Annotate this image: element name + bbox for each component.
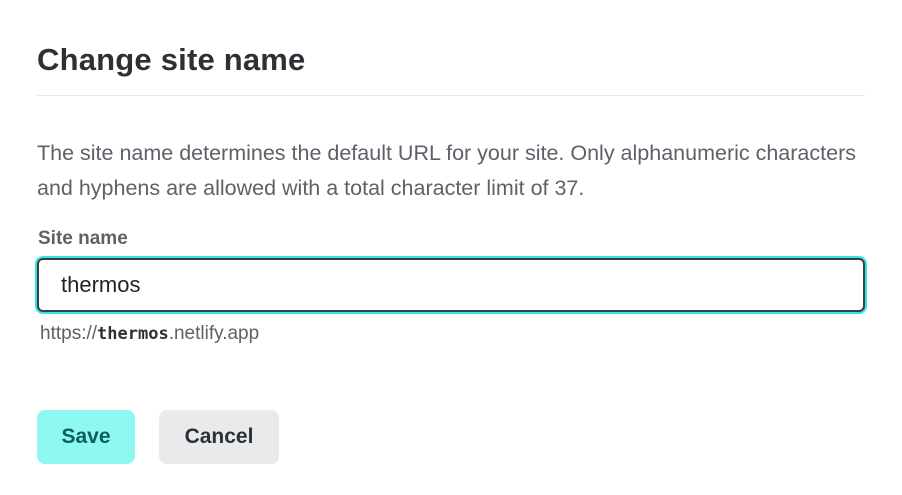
- save-button[interactable]: Save: [37, 410, 135, 464]
- site-name-input[interactable]: [39, 260, 863, 310]
- title-divider: [37, 95, 865, 96]
- dialog-description: The site name determines the default URL…: [37, 141, 856, 200]
- url-preview: https://thermos.netlify.app: [40, 321, 259, 347]
- url-prefix: https://: [40, 323, 98, 344]
- cancel-button[interactable]: Cancel: [159, 410, 279, 464]
- dialog-title: Change site name: [37, 42, 306, 77]
- url-suffix: .netlify.app: [168, 323, 260, 344]
- change-site-name-dialog: Change site name The site name determine…: [0, 0, 902, 495]
- site-name-label: Site name: [38, 228, 128, 249]
- site-name-input-wrapper: [37, 258, 865, 312]
- url-site-name: thermos: [97, 324, 169, 344]
